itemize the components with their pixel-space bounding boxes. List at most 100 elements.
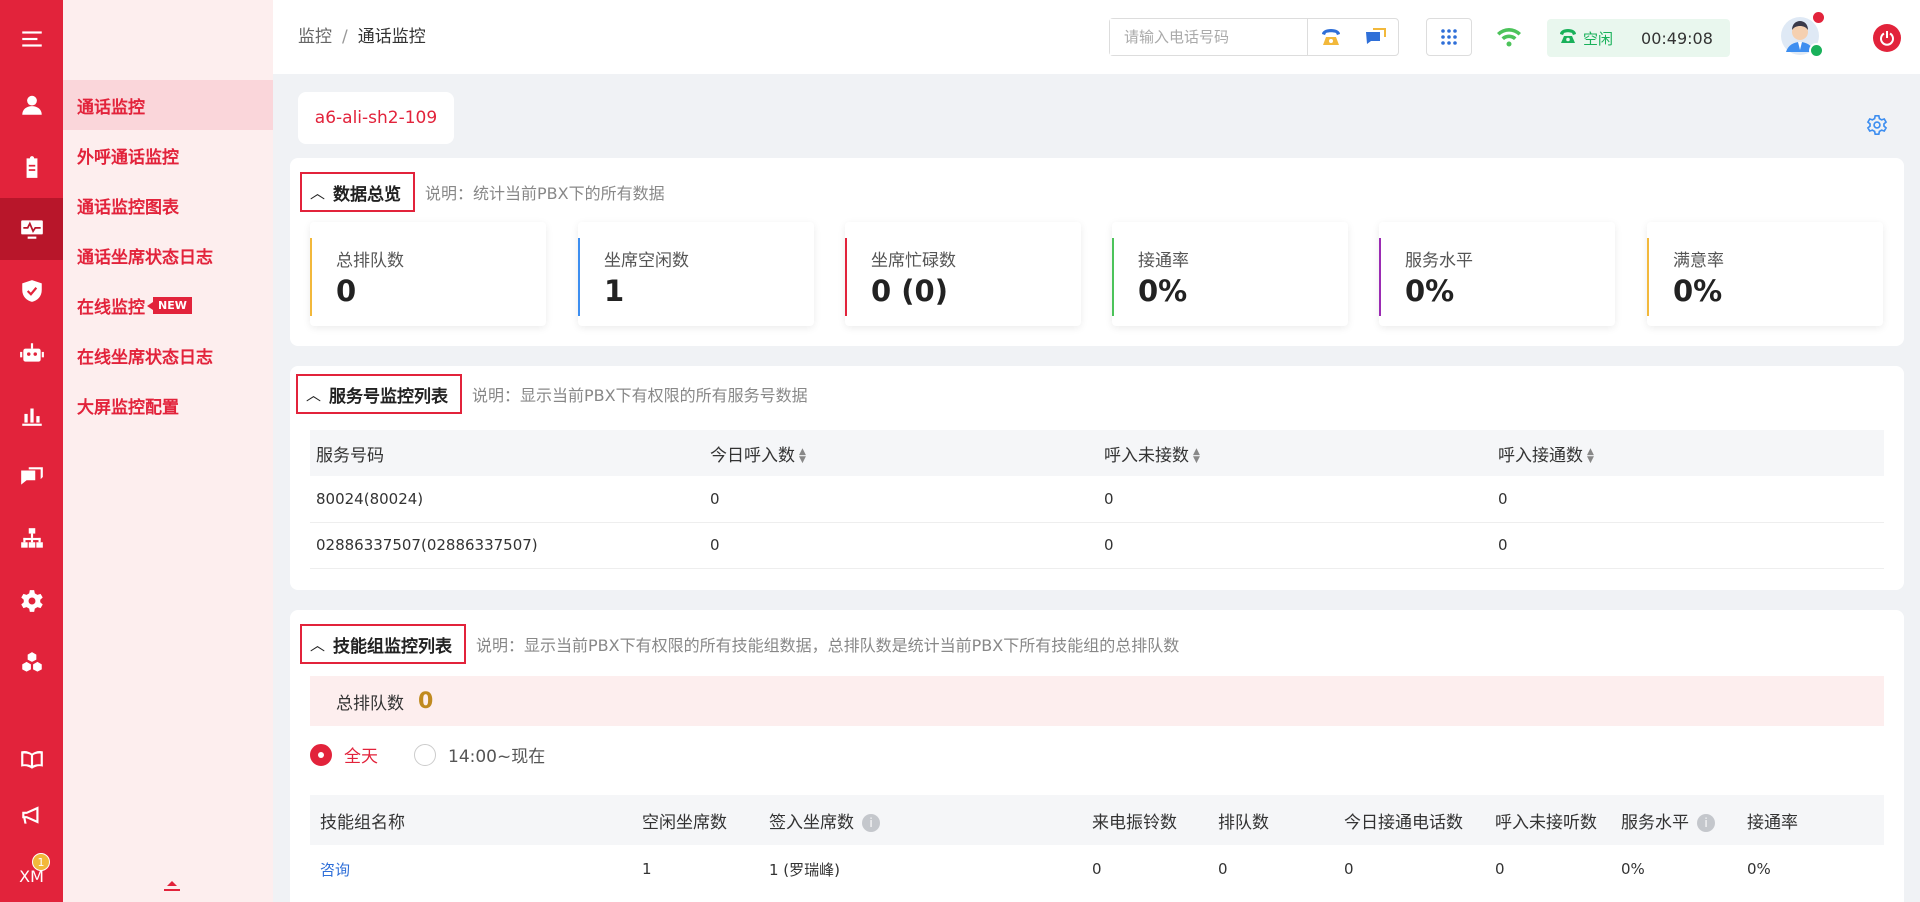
info-icon[interactable]: i (862, 813, 880, 832)
radio-all-day[interactable]: 全天 (310, 742, 378, 767)
queue-label: 总排队数 (336, 693, 404, 714)
column-label: 今日接通电话数 (1344, 812, 1463, 833)
sort-icon[interactable]: ▲ ▼ (799, 447, 806, 464)
cell: 0 (704, 522, 1098, 569)
new-badge: NEW (147, 296, 192, 314)
stat-value: 0% (1673, 274, 1723, 308)
submenu-label: 通话坐席状态日志 (77, 247, 213, 268)
chevron-up-icon: ︿ (306, 385, 322, 404)
column-label: 服务号码 (316, 445, 384, 466)
info-icon[interactable]: i (1697, 813, 1715, 832)
dial-phone-icon[interactable] (1308, 19, 1353, 55)
radio-circle (414, 743, 436, 766)
cell: 80024(80024) (310, 476, 704, 523)
robot-icon[interactable] (0, 322, 63, 384)
stat-label: 接通率 (1138, 251, 1189, 271)
wifi-icon (1495, 24, 1523, 52)
sort-icon[interactable]: ▲ ▼ (1193, 447, 1200, 464)
section-title: 数据总览 (333, 184, 402, 205)
stat-accent (845, 238, 847, 316)
col-today-inbound[interactable]: 今日呼入数 ▲ ▼ (704, 430, 1098, 476)
skill-name-link[interactable]: 咨询 (310, 845, 632, 893)
notification-badge: 1 (32, 853, 50, 871)
monitor-icon[interactable] (0, 198, 63, 260)
submenu-label: 通话监控图表 (77, 197, 179, 218)
stat-value: 0 (0) (871, 274, 948, 308)
chat-icon[interactable] (0, 446, 63, 508)
cell: 0 (1098, 476, 1492, 523)
link-text[interactable]: 咨询 (320, 861, 350, 879)
menu-icon[interactable] (0, 8, 63, 70)
submenu-call-monitor[interactable]: 通话监控 (63, 80, 273, 130)
breadcrumb-monitor[interactable]: 监控 (298, 27, 332, 47)
shield-icon[interactable] (0, 260, 63, 322)
collapse-icon[interactable] (163, 877, 181, 896)
submenu-outbound-monitor[interactable]: 外呼通话监控 (63, 130, 273, 180)
user-icon[interactable] (0, 74, 63, 136)
message-icon[interactable] (1353, 19, 1398, 55)
column-label: 服务水平 (1621, 812, 1689, 833)
col-ringing: 来电振铃数 (1082, 795, 1208, 845)
stat-value: 0% (1405, 274, 1455, 308)
cell: 0 (1492, 476, 1884, 523)
col-service-number: 服务号码 (310, 430, 704, 476)
radio-since-14[interactable]: 14:00~现在 (414, 742, 545, 767)
stat-accent (310, 238, 312, 316)
column-label: 来电振铃数 (1092, 812, 1177, 833)
section-title: 技能组监控列表 (333, 636, 453, 657)
service-toggle[interactable]: ︿ 服务号监控列表 (296, 374, 463, 414)
column-label: 技能组名称 (320, 812, 405, 833)
service-table: 服务号码 今日呼入数 ▲ ▼ 呼入未接数 ▲ ▼ 呼入接通数 ▲ ▼ 80024(80024… (310, 430, 1884, 569)
cell: 02886337507(02886337507) (310, 522, 704, 569)
submenu-online-monitor[interactable]: 在线监控 NEW (63, 280, 273, 330)
table-header-row: 服务号码 今日呼入数 ▲ ▼ 呼入未接数 ▲ ▼ 呼入接通数 ▲ ▼ (310, 430, 1884, 476)
table-header-row: 技能组名称 空闲坐席数 签入坐席数 i 来电振铃数 排队数 今日接通电话数 呼入未… (310, 795, 1884, 845)
online-dot (1809, 43, 1824, 58)
col-inbound-unanswered: 呼入未接听数 (1485, 795, 1611, 845)
submenu-monitor-chart[interactable]: 通话监控图表 (63, 180, 273, 230)
book-icon[interactable] (0, 728, 63, 790)
server-tab[interactable]: a6-ali-sh2-109 (298, 92, 454, 144)
gear-icon[interactable] (0, 570, 63, 632)
overview-card: ︿ 数据总览 说明：统计当前PBX下的所有数据 总排队数 0 坐席空闲数 1 坐席… (290, 158, 1904, 346)
clipboard-icon[interactable] (0, 136, 63, 198)
chart-icon[interactable] (0, 384, 63, 446)
col-queue: 排队数 (1208, 795, 1334, 845)
stat-value: 0% (1138, 274, 1188, 308)
submenu-label: 在线坐席状态日志 (77, 347, 213, 368)
stat-card-service-level: 服务水平 0% (1379, 222, 1615, 326)
stat-card-answer-rate: 接通率 0% (1112, 222, 1348, 326)
agent-status[interactable]: 空闲 00:49:08 (1547, 19, 1730, 57)
megaphone-icon[interactable] (0, 784, 63, 846)
skill-header: ︿ 技能组监控列表 说明：显示当前PBX下有权限的所有技能组数据，总排队数是统计当… (300, 624, 1179, 664)
cubes-icon[interactable] (0, 632, 63, 694)
overview-toggle[interactable]: ︿ 数据总览 (300, 172, 416, 212)
col-inbound-answered[interactable]: 呼入接通数 ▲ ▼ (1492, 430, 1884, 476)
col-today-answered: 今日接通电话数 (1334, 795, 1485, 845)
xm-menu[interactable]: XM 1 (0, 853, 63, 886)
col-answer-rate: 接通率 (1737, 795, 1884, 845)
overview-header: ︿ 数据总览 说明：统计当前PBX下的所有数据 (300, 172, 665, 212)
submenu-agent-status-log[interactable]: 通话坐席状态日志 (63, 230, 273, 280)
settings-gear-icon[interactable] (1866, 114, 1888, 140)
avatar[interactable] (1780, 12, 1824, 58)
table-row: 02886337507(02886337507) 0 0 0 (310, 522, 1884, 569)
sort-icon[interactable]: ▲ ▼ (1587, 447, 1594, 464)
cell: 0 (1092, 860, 1102, 878)
col-signed-in-agents: 签入坐席数 i (759, 795, 1082, 845)
skill-toggle[interactable]: ︿ 技能组监控列表 (300, 624, 467, 664)
submenu-online-agent-log[interactable]: 在线坐席状态日志 (63, 330, 273, 380)
stat-label: 坐席空闲数 (604, 251, 689, 271)
col-inbound-missed[interactable]: 呼入未接数 ▲ ▼ (1098, 430, 1492, 476)
org-icon[interactable] (0, 508, 63, 570)
stat-card-queue: 总排队数 0 (310, 222, 546, 326)
stat-value: 0 (336, 274, 357, 308)
submenu-label: 在线监控 (77, 297, 145, 318)
phone-input[interactable] (1110, 19, 1308, 55)
chevron-up-icon: ︿ (310, 635, 326, 654)
stat-accent (1112, 238, 1114, 316)
submenu-screen-config[interactable]: 大屏监控配置 (63, 380, 273, 430)
cell: 0 (704, 476, 1098, 523)
apps-grid-icon[interactable] (1426, 18, 1472, 56)
power-icon[interactable] (1873, 24, 1901, 52)
